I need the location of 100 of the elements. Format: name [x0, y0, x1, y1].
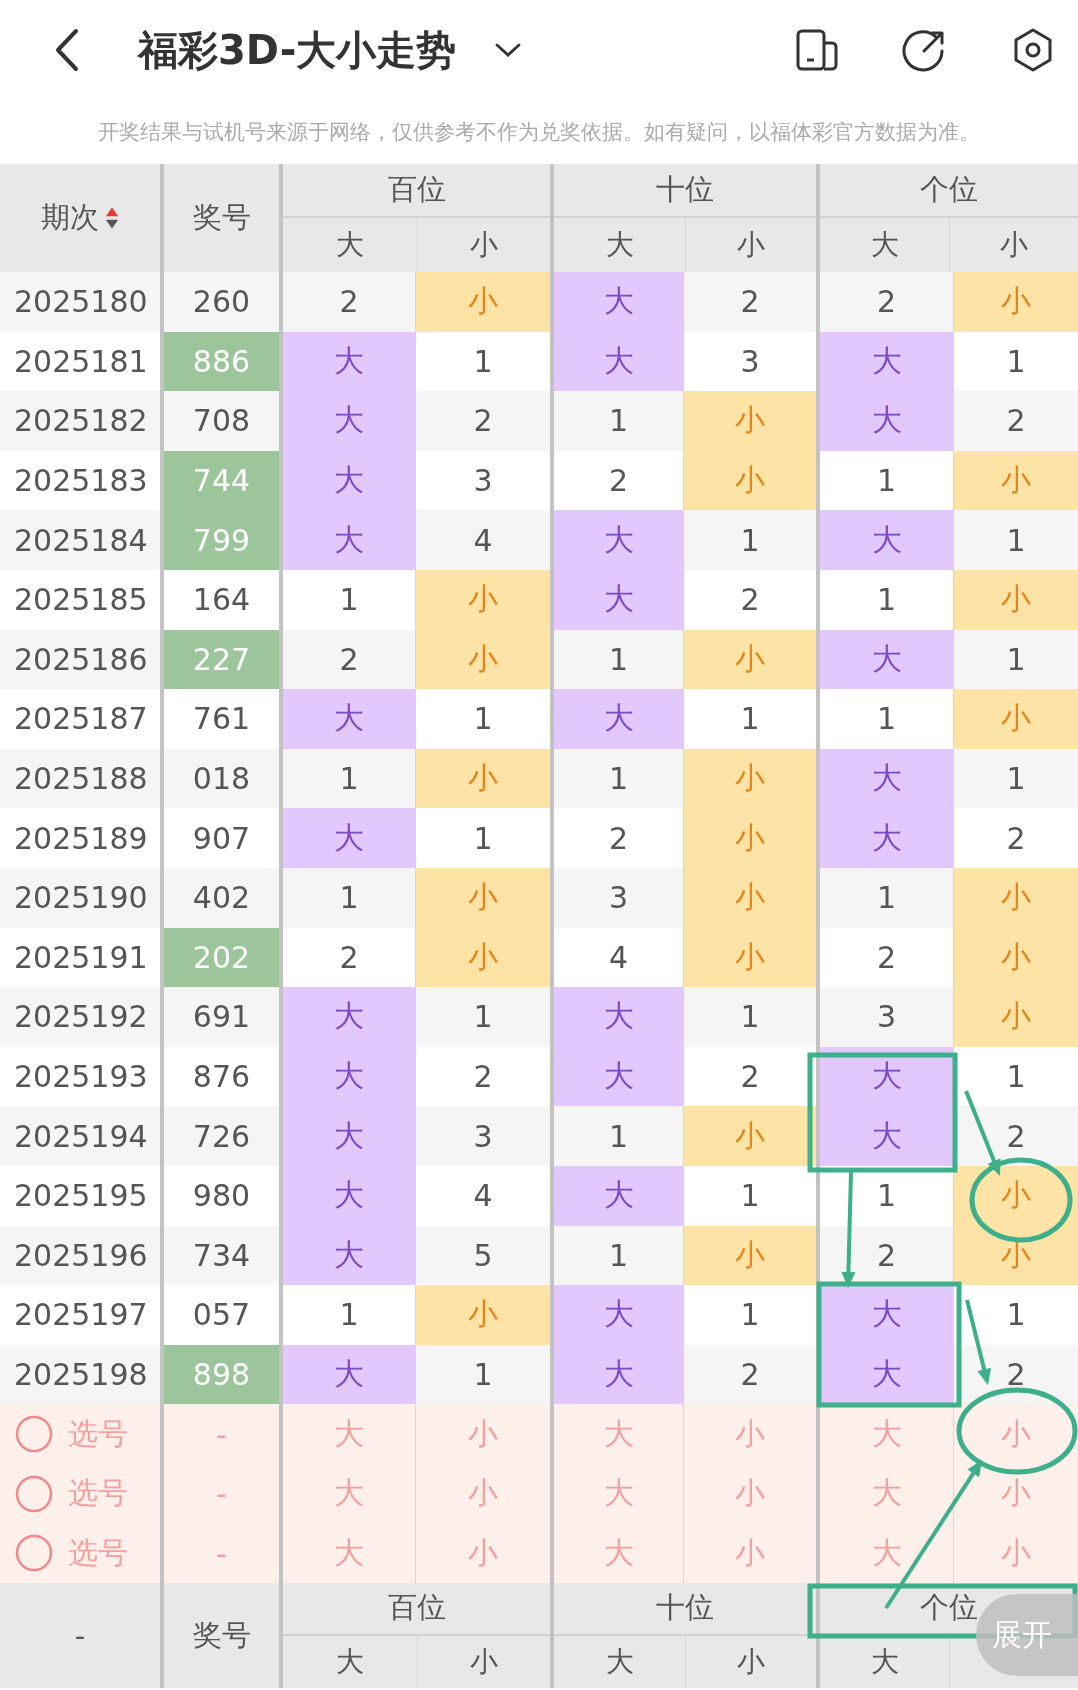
- number-cell-text: 980: [191, 1177, 252, 1216]
- number-cell: 744: [164, 450, 279, 511]
- trend-cell: 3: [415, 1106, 550, 1166]
- trend-cell: 大: [550, 272, 683, 332]
- trend-cell: 小: [953, 987, 1078, 1047]
- trend-cell: 大: [816, 1285, 953, 1345]
- trend-cell: 1: [415, 808, 550, 868]
- trend-cell: 小: [415, 748, 550, 809]
- column-header: -: [73, 1617, 87, 1655]
- subcolumn-header: 大: [604, 227, 635, 263]
- period-cell-text: 2025184: [13, 521, 149, 560]
- device-icon[interactable]: [794, 27, 840, 73]
- trend-cell: 2: [953, 391, 1078, 451]
- pick-option[interactable]: 选号: [0, 1404, 160, 1464]
- trend-cell: 2: [415, 391, 550, 451]
- trend-cell: 小: [683, 629, 816, 690]
- trend-cell: 大: [816, 1106, 953, 1166]
- column-header: 奖号: [160, 1583, 279, 1689]
- number-cell: 799: [164, 510, 279, 570]
- trend-cell: 小: [683, 867, 816, 928]
- trend-cell: 小: [415, 1285, 550, 1345]
- period-cell-text: 2025181: [13, 342, 149, 381]
- period-cell-text: 2025198: [13, 1356, 149, 1394]
- pick-option[interactable]: 小: [415, 1404, 550, 1464]
- subcolumn-header: 大: [604, 1643, 635, 1680]
- trend-cell: 大: [279, 1106, 415, 1166]
- number-cell-text: 734: [191, 1236, 252, 1275]
- trend-cell: 大: [279, 987, 415, 1047]
- period-cell-text: 2025191: [13, 938, 149, 977]
- expand-button[interactable]: 展开: [976, 1594, 1078, 1676]
- trend-cell: 小: [953, 569, 1078, 630]
- number-cell-text: 057: [191, 1296, 252, 1335]
- number-cell-text: 691: [191, 998, 252, 1037]
- trend-cell: 小: [415, 867, 550, 928]
- trend-cell: 大: [816, 629, 953, 690]
- trend-cell: 大: [279, 1046, 415, 1107]
- number-cell-text: 907: [191, 819, 252, 858]
- group-header: 十位: [554, 164, 816, 218]
- trend-cell: 小: [415, 927, 550, 988]
- trend-cell: 1: [953, 1285, 1078, 1345]
- pick-option[interactable]: 选号: [0, 1523, 160, 1584]
- dropdown-icon[interactable]: [494, 42, 523, 58]
- period-cell-text: 2025196: [13, 1236, 149, 1275]
- subcolumn-header: 大: [869, 1643, 900, 1680]
- period-cell-text: 2025183: [13, 462, 149, 501]
- radio-icon: [14, 1533, 54, 1574]
- subcolumn-header: 大: [334, 227, 365, 263]
- trend-cell: 大: [550, 1344, 683, 1405]
- group-header: 百位: [283, 164, 550, 218]
- number-cell: 886: [164, 331, 279, 392]
- trend-cell: 大: [816, 1344, 953, 1405]
- trend-cell: 大: [550, 1046, 683, 1107]
- period-cell-text: 2025197: [13, 1296, 149, 1335]
- pick-option[interactable]: 小: [683, 1404, 816, 1464]
- period-cell-text: 2025187: [13, 700, 149, 739]
- period-cell-text: 2025192: [13, 998, 149, 1037]
- trend-cell: 大: [550, 331, 683, 392]
- trend-cell: 大: [550, 987, 683, 1047]
- trend-cell: 大: [550, 1165, 683, 1226]
- trend-cell: 小: [683, 808, 816, 868]
- trend-cell: 小: [683, 1106, 816, 1166]
- number-cell-text: 402: [191, 879, 252, 918]
- pick-option[interactable]: 选号: [0, 1463, 160, 1524]
- period-cell-text: 2025194: [13, 1117, 149, 1156]
- number-cell: 898: [164, 1344, 279, 1405]
- column-header[interactable]: 期次: [0, 164, 160, 272]
- trend-cell: 小: [953, 272, 1078, 332]
- subcolumn-header: 大: [869, 227, 900, 263]
- radio-icon: [14, 1414, 54, 1455]
- group-header: 百位: [283, 1583, 550, 1636]
- trend-cell: 小: [683, 450, 816, 511]
- period-cell-text: 2025189: [13, 819, 149, 858]
- number-cell-text: 726: [191, 1117, 252, 1156]
- trend-cell: 大: [279, 450, 415, 511]
- trend-cell: 小: [953, 450, 1078, 511]
- radio-icon: [14, 1473, 54, 1514]
- period-cell-text: 2025186: [13, 640, 149, 679]
- trend-cell: 小: [683, 927, 816, 988]
- period-cell-text: 2025182: [13, 402, 149, 441]
- period-cell-text: 2025190: [13, 879, 149, 918]
- trend-cell: 小: [683, 1225, 816, 1286]
- trend-cell: 小: [415, 629, 550, 690]
- trend-cell: 大: [816, 808, 953, 868]
- number-cell-text: 708: [191, 402, 252, 441]
- trend-cell: 小: [953, 927, 1078, 988]
- period-cell-text: 2025193: [13, 1058, 149, 1096]
- trend-cell: 1: [683, 689, 816, 749]
- number-cell: 202: [164, 927, 279, 988]
- number-cell-text: 018: [191, 760, 252, 799]
- trend-cell: 小: [953, 867, 1078, 928]
- trend-cell: 大: [279, 808, 415, 868]
- group-header: 个位: [820, 164, 1078, 218]
- number-cell-text: 164: [191, 581, 252, 620]
- disclaimer-text: 开奖结果与试机号来源于网络，仅供参考不作为兑奖依据。如有疑问，以福体彩官方数据为准。: [97, 119, 981, 146]
- trend-cell: 大: [279, 331, 415, 392]
- trend-cell: 大: [279, 510, 415, 570]
- number-cell: 227: [164, 629, 279, 690]
- trend-cell: 大: [816, 748, 953, 809]
- trend-cell: 大: [550, 689, 683, 749]
- trend-cell: 1: [683, 1165, 816, 1226]
